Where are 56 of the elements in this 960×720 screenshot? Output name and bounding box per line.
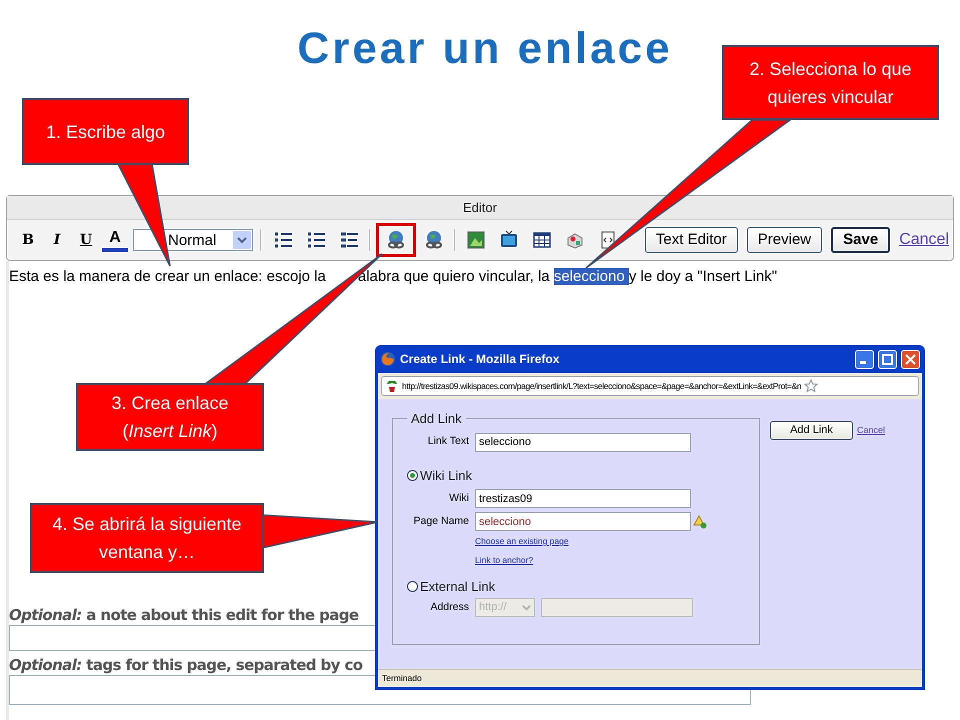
close-icon: [905, 354, 916, 364]
maximize-button[interactable]: [878, 350, 897, 368]
add-link-button[interactable]: Add Link: [770, 421, 853, 440]
star-icon: [804, 379, 818, 393]
minimize-button[interactable]: [855, 350, 874, 368]
radio-option[interactable]: External Link: [407, 576, 751, 596]
style-dropdown[interactable]: Normal: [133, 229, 253, 251]
field-label: Link Text: [426, 434, 469, 450]
dialog-link[interactable]: Link to anchor?: [475, 554, 534, 566]
italic-button[interactable]: I: [44, 228, 70, 252]
warning-icon: [693, 514, 707, 528]
maximize-icon: [882, 354, 893, 364]
text-color-button[interactable]: A: [102, 228, 128, 252]
slide-title: Crear un enlace: [296, 23, 673, 75]
cancel-link[interactable]: Cancel: [899, 228, 949, 252]
image-icon: [466, 230, 486, 250]
list-icon: [273, 230, 293, 250]
list-icon: [306, 230, 326, 250]
save-button[interactable]: Save: [831, 227, 890, 253]
radio-option[interactable]: Wiki Link: [407, 466, 751, 485]
protocol-value: http://: [478, 600, 508, 616]
editor-button[interactable]: Preview: [746, 227, 822, 253]
table-icon: [532, 230, 552, 250]
list-icon: [339, 230, 359, 250]
optional-label: Optional: tags for this page, separated by co: [9, 655, 362, 675]
close-button[interactable]: [901, 350, 920, 368]
editor-text: Esta es la manera de crear un enlace: escojo la alabra que quiero vincular, la selecciono y le doy a "Insert Link": [9, 267, 778, 285]
callout: 1. Escribe algo: [22, 98, 189, 165]
plant-icon: [385, 379, 399, 393]
wiki-field[interactable]: trestizas09: [475, 489, 691, 508]
page-name-field[interactable]: selecciono: [475, 512, 691, 531]
optional-label: Optional: a note about this edit for the page: [9, 605, 358, 625]
firefox-icon: [380, 351, 396, 367]
globe-link-icon: [386, 230, 406, 250]
url-text: http://trestizas09.wikispaces.com/page/insertlink/L?text=selecciono&space=&page=&anchor=&extLink=&extProt=&n: [402, 380, 802, 392]
editor-button[interactable]: Text Editor: [644, 227, 738, 253]
bold-button[interactable]: B: [15, 228, 41, 252]
link-text-field[interactable]: selecciono: [475, 432, 691, 452]
callout: 2. Selecciona lo que quieres vincular: [722, 45, 939, 120]
toolbar-button[interactable]: [376, 223, 416, 257]
dialog-link[interactable]: Choose an existing page: [475, 535, 569, 548]
tv-icon: [499, 230, 519, 250]
status-text: Terminado: [382, 672, 422, 685]
field-label: Page Name: [412, 514, 469, 529]
globe-link-icon: [424, 230, 444, 250]
editor-title: Editor: [463, 198, 497, 217]
cancel-link[interactable]: Cancel: [857, 424, 886, 438]
underline-button[interactable]: U: [73, 228, 99, 252]
group-title: Add Link: [410, 410, 463, 428]
field-label: Wiki: [448, 490, 469, 506]
field-label: Address: [429, 600, 469, 615]
window-title: Create Link - Mozilla Firefox: [400, 351, 560, 368]
style-value: Normal: [167, 232, 218, 248]
callout: 3. Crea enlace (Insert Link): [76, 383, 264, 451]
minimize-icon: [860, 360, 866, 364]
address-bar[interactable]: http://trestizas09.wikispaces.com/page/insertlink/L?text=selecciono&space=&page=&anchor=&extLink=&extProt=&n: [381, 376, 919, 396]
